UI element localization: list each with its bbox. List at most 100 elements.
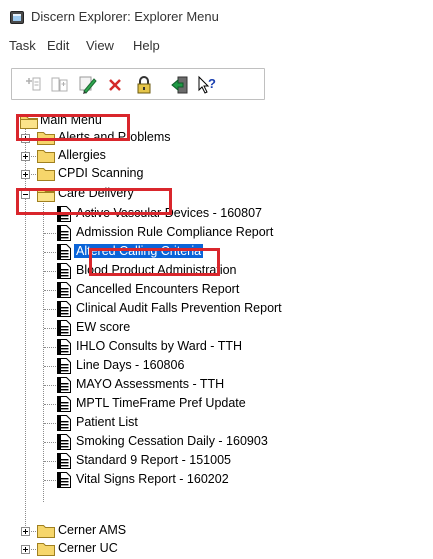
tree-node-report[interactable]: Active Vascular Devices - 160807 <box>0 205 433 223</box>
menu-help[interactable]: Help <box>133 38 160 53</box>
tree-line <box>44 480 56 481</box>
folder-icon <box>37 542 55 559</box>
tree-node-label: Allergies <box>58 148 106 162</box>
expand-toggle[interactable] <box>21 152 30 161</box>
tree-node-report[interactable]: Vital Signs Report - 160202 <box>0 471 433 489</box>
tree-node-label: Blood Product Administration <box>76 263 237 277</box>
title-bar: Discern Explorer: Explorer Menu <box>0 0 433 34</box>
tree-line <box>44 252 56 253</box>
toolbar: ? <box>11 68 265 100</box>
tree-node-label: Cerner AMS <box>58 523 127 537</box>
tree-node-label: Alerts and Problems <box>58 130 171 144</box>
report-document-icon <box>57 320 71 336</box>
add-item-icon[interactable] <box>24 75 44 95</box>
tree-line <box>44 233 56 234</box>
tree-node-report[interactable]: Admission Rule Compliance Report <box>0 224 433 242</box>
tree-node-report[interactable]: MAYO Assessments - TTH <box>0 376 433 394</box>
tree-node-cerner-uc[interactable]: Cerner UC <box>0 540 433 558</box>
expand-toggle[interactable] <box>21 134 30 143</box>
tree-line <box>44 442 56 443</box>
report-document-icon <box>57 358 71 374</box>
tree-node-cpdi-scanning[interactable]: CPDI Scanning <box>0 165 433 183</box>
menu-task[interactable]: Task <box>9 38 36 53</box>
tree-node-cerner-ams[interactable]: Cerner AMS <box>0 522 433 540</box>
tree-node-label: Vital Signs Report - 160202 <box>76 472 229 486</box>
report-document-icon <box>57 453 71 469</box>
tree-node-report[interactable]: Cancelled Encounters Report <box>0 281 433 299</box>
tree-node-report[interactable]: Standard 9 Report - 151005 <box>0 452 433 470</box>
app-icon <box>10 11 24 24</box>
folder-icon <box>37 131 55 148</box>
report-document-icon <box>57 396 71 412</box>
tree-node-label: Active Vascular Devices - 160807 <box>76 206 262 220</box>
report-document-icon <box>57 377 71 393</box>
report-document-icon <box>57 244 71 260</box>
folder-icon <box>37 167 55 184</box>
report-document-icon <box>57 434 71 450</box>
tree-node-allergies[interactable]: Allergies <box>0 147 433 165</box>
report-document-icon <box>57 206 71 222</box>
tree-node-label: Main Menu <box>40 113 102 127</box>
report-document-icon <box>57 339 71 355</box>
folder-icon <box>37 149 55 166</box>
tree-line <box>44 347 56 348</box>
expand-toggle[interactable] <box>21 170 30 179</box>
tree-node-report[interactable]: Blood Product Administration <box>0 262 433 280</box>
tree-line <box>44 385 56 386</box>
lock-icon[interactable] <box>134 75 154 95</box>
expand-toggle[interactable] <box>21 527 30 536</box>
tree-node-label: IHLO Consults by Ward - TTH <box>76 339 243 353</box>
tree-node-label: MPTL TimeFrame Pref Update <box>76 396 246 410</box>
tree-node-report[interactable]: Clinical Audit Falls Prevention Report <box>0 300 433 318</box>
menu-view[interactable]: View <box>86 38 114 53</box>
tree-node-label: Admission Rule Compliance Report <box>76 225 274 239</box>
tree-node-alerts-and-problems[interactable]: Alerts and Problems <box>0 129 433 147</box>
help-icon[interactable]: ? <box>197 75 217 95</box>
tree-line <box>44 461 56 462</box>
tree-line <box>44 328 56 329</box>
menu-edit[interactable]: Edit <box>47 38 69 53</box>
tree-node-label: Smoking Cessation Daily - 160903 <box>76 434 268 448</box>
tree-node-report[interactable]: Smoking Cessation Daily - 160903 <box>0 433 433 451</box>
tree-node-label: Altered Calling Criteria <box>74 244 204 258</box>
report-document-icon <box>57 472 71 488</box>
collapse-toggle[interactable] <box>21 190 30 199</box>
report-document-icon <box>57 225 71 241</box>
tree-node-report[interactable]: Altered Calling Criteria <box>0 243 433 261</box>
tree-node-main-menu[interactable]: Main Menu <box>0 112 433 130</box>
tree-node-label: MAYO Assessments - TTH <box>76 377 225 391</box>
tree-node-label: Standard 9 Report - 151005 <box>76 453 231 467</box>
tree-node-report[interactable]: MPTL TimeFrame Pref Update <box>0 395 433 413</box>
tree-line <box>44 271 56 272</box>
tree-node-report[interactable]: EW score <box>0 319 433 337</box>
report-document-icon <box>57 301 71 317</box>
tree-node-care-delivery[interactable]: Care Delivery <box>0 185 433 203</box>
tree-node-label: Line Days - 160806 <box>76 358 185 372</box>
tree-node-report[interactable]: IHLO Consults by Ward - TTH <box>0 338 433 356</box>
report-document-icon <box>57 282 71 298</box>
tree-node-report[interactable]: Line Days - 160806 <box>0 357 433 375</box>
tree-line <box>44 404 56 405</box>
menu-bar: Task Edit View Help <box>0 34 433 58</box>
folder-icon <box>37 524 55 541</box>
tree-node-label: CPDI Scanning <box>58 166 144 180</box>
tree-node-label: Clinical Audit Falls Prevention Report <box>76 301 282 315</box>
tree-node-label: Patient List <box>76 415 138 429</box>
tree-line <box>44 423 56 424</box>
tree-node-label: Care Delivery <box>58 186 134 200</box>
tree-line <box>44 309 56 310</box>
tree-line <box>44 366 56 367</box>
folder-open-icon <box>37 187 55 205</box>
tree-node-label: Cancelled Encounters Report <box>76 282 240 296</box>
tree-line <box>44 290 56 291</box>
delete-icon[interactable] <box>105 75 125 95</box>
pencil-edit-icon[interactable] <box>78 75 98 95</box>
tree-node-report[interactable]: Patient List <box>0 414 433 432</box>
window-title: Discern Explorer: Explorer Menu <box>31 9 219 24</box>
tree-node-label: EW score <box>76 320 131 334</box>
svg-text:?: ? <box>208 76 216 91</box>
explorer-tree: Main Menu Alerts and Problems Allergies … <box>0 108 433 556</box>
add-folder-icon[interactable] <box>50 75 70 95</box>
report-document-icon <box>57 415 71 431</box>
exit-icon[interactable] <box>170 75 190 95</box>
